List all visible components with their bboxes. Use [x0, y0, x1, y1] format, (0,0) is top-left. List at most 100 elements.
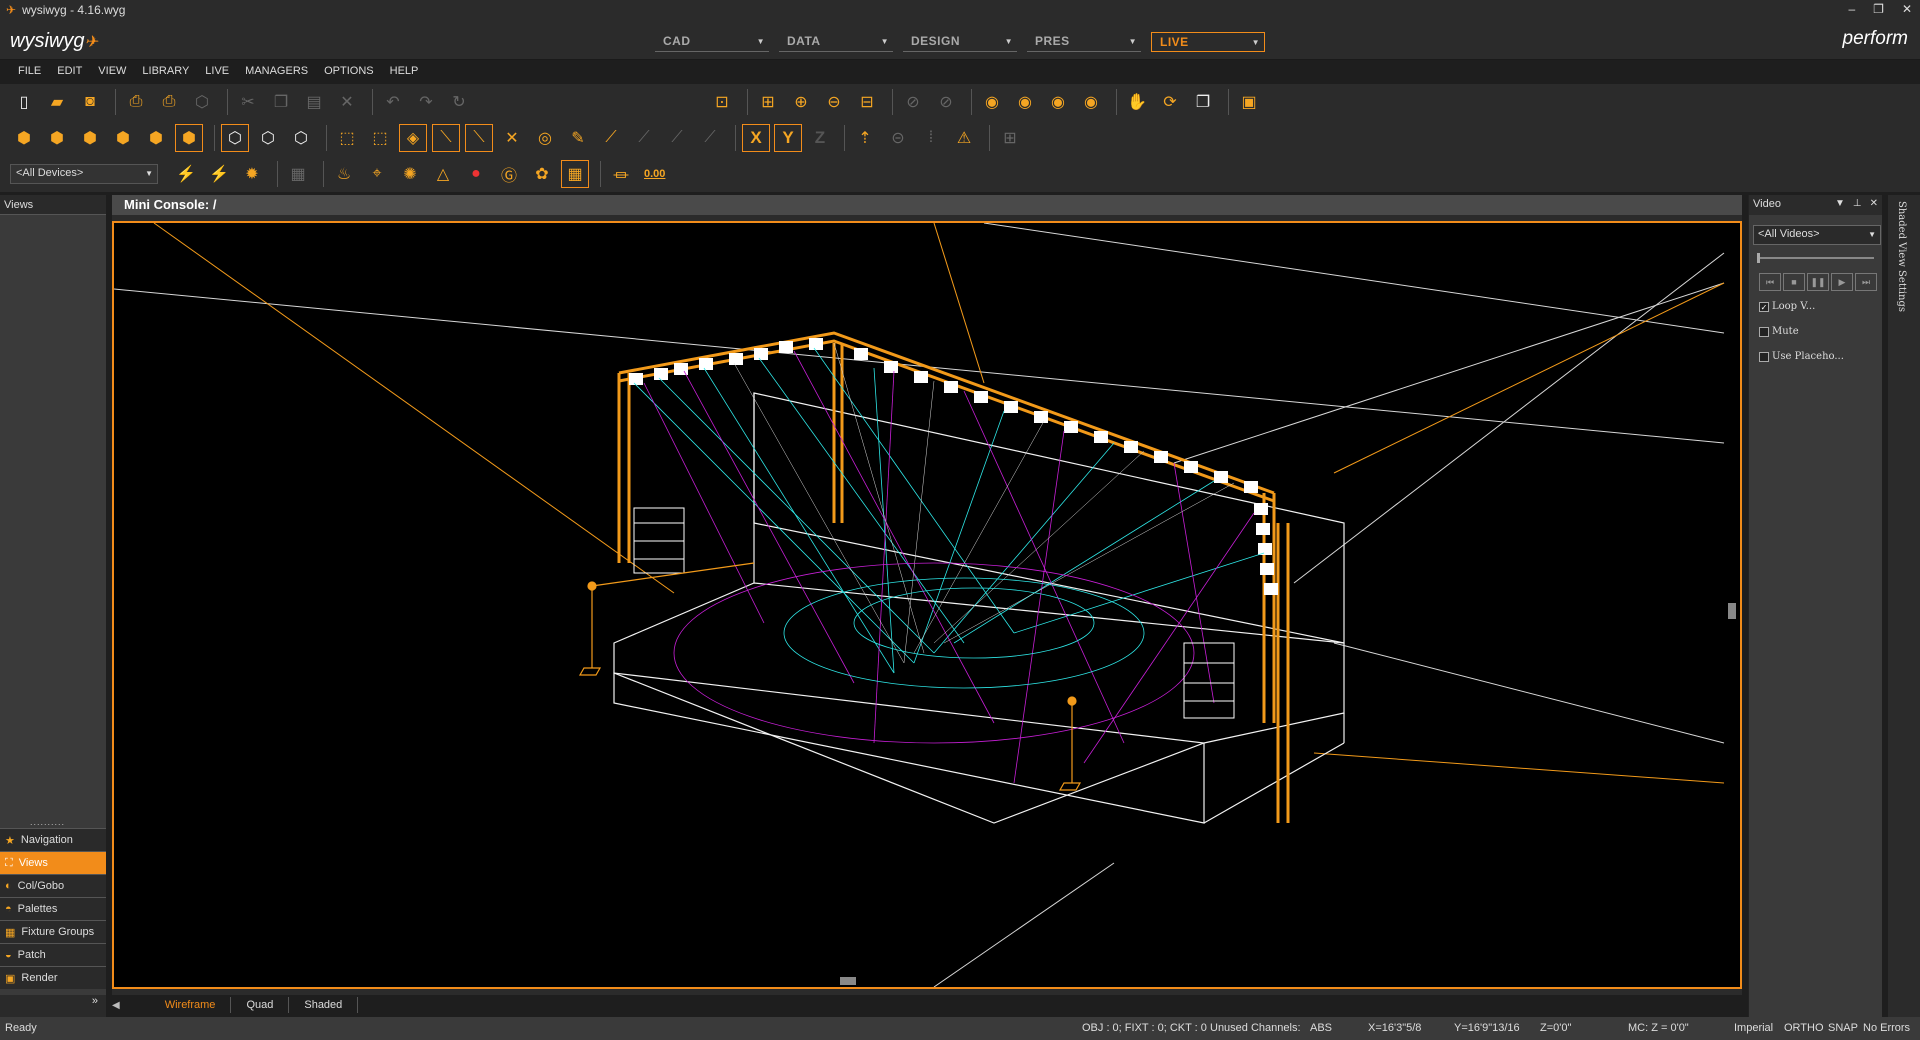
minimize-icon[interactable]: –	[1848, 2, 1855, 16]
menu-edit[interactable]: EDIT	[49, 62, 90, 82]
color-icon[interactable]: ●	[462, 160, 490, 188]
print-icon[interactable]: ⎙	[155, 88, 183, 116]
undo-icon[interactable]: ↶	[379, 88, 407, 116]
mode-design[interactable]: DESIGN ▼	[903, 32, 1017, 52]
select-all-icon[interactable]: ⬚	[366, 124, 394, 152]
nav-overflow-button[interactable]: »	[0, 995, 106, 1017]
sync-icon[interactable]: ⟳	[1156, 88, 1184, 116]
ruler-icon[interactable]: ⟋	[630, 124, 658, 152]
plug-icon[interactable]: ⚡	[172, 160, 200, 188]
menu-options[interactable]: OPTIONS	[316, 62, 382, 82]
nav-item-colgobo[interactable]: ◐ Col/Gobo	[0, 874, 106, 897]
placeholder-checkbox[interactable]: Use Placeho...	[1759, 351, 1844, 362]
gobo-icon[interactable]: Ⓖ	[495, 160, 523, 188]
menu-help[interactable]: HELP	[382, 62, 427, 82]
snap-end-icon[interactable]: ⟍	[465, 124, 493, 152]
nav-item-fixture-groups[interactable]: ▦ Fixture Groups	[0, 920, 106, 943]
nav-item-views[interactable]: ⛶ Views	[0, 851, 106, 874]
zoom-window-icon[interactable]: ⊡	[708, 88, 736, 116]
camera-icon[interactable]: ◉	[978, 88, 1006, 116]
iris-icon[interactable]: ✺	[396, 160, 424, 188]
slider-knob[interactable]	[1757, 253, 1760, 263]
close-icon[interactable]: ✕	[1870, 198, 1878, 209]
menu-library[interactable]: LIBRARY	[134, 62, 197, 82]
loop-checkbox[interactable]: ✓ Loop V...	[1759, 301, 1815, 312]
pin-icon[interactable]: ⊥	[1853, 198, 1862, 209]
splitter-grip[interactable]: ..........	[30, 817, 65, 827]
checkbox-box[interactable]	[1759, 326, 1769, 337]
scroll-thumb[interactable]	[840, 977, 856, 985]
zoom-prev-icon[interactable]: ⊘	[899, 88, 927, 116]
intensity-icon[interactable]: ♨	[330, 160, 358, 188]
pause-icon[interactable]: ❚❚	[1807, 273, 1829, 291]
package-icon[interactable]: ⬡	[188, 88, 216, 116]
play-icon[interactable]: ▶	[1831, 273, 1853, 291]
cube-wire-icon[interactable]: ⬡	[221, 124, 249, 152]
close-icon[interactable]: ✕	[1902, 2, 1912, 16]
camera-edit-icon[interactable]: ◉	[1044, 88, 1072, 116]
shaded-view-settings-tab[interactable]: Shaded View Settings	[1896, 201, 1907, 312]
windows-icon[interactable]: ❐	[1189, 88, 1217, 116]
aim-icon[interactable]: ⟋	[663, 124, 691, 152]
cube-iso-icon[interactable]: ⬢	[175, 124, 203, 152]
print-preview-icon[interactable]: ⎙	[122, 88, 150, 116]
zoom-extents-icon[interactable]: ⊞	[754, 88, 782, 116]
zero-value[interactable]: 0.00	[644, 168, 665, 180]
zoom-next-icon[interactable]: ⊘	[932, 88, 960, 116]
redo-icon[interactable]: ↷	[412, 88, 440, 116]
menu-view[interactable]: VIEW	[90, 62, 134, 82]
image-icon[interactable]: ▣	[1235, 88, 1263, 116]
prism-icon[interactable]: ✿	[528, 160, 556, 188]
mode-cad[interactable]: CAD ▼	[655, 32, 769, 52]
horizontal-scrollbar[interactable]	[124, 977, 1724, 985]
grid-dots-icon[interactable]: ⁞	[917, 124, 945, 152]
chevron-down-icon[interactable]: ▼	[1835, 198, 1845, 209]
nav-item-palettes[interactable]: ◓ Palettes	[0, 897, 106, 920]
axis-x-button[interactable]: X	[742, 124, 770, 152]
video-slider[interactable]	[1757, 253, 1874, 263]
cube-back-icon[interactable]: ⬢	[109, 124, 137, 152]
tab-quad[interactable]: Quad	[231, 997, 290, 1013]
cube-top-icon[interactable]: ⬢	[76, 124, 104, 152]
scroll-thumb[interactable]	[1728, 603, 1736, 619]
plug-connect-icon[interactable]: ⚡	[205, 160, 233, 188]
mute-checkbox[interactable]: Mute	[1759, 326, 1799, 337]
cube-wire2-icon[interactable]: ⬡	[254, 124, 282, 152]
delete-icon[interactable]: ✕	[333, 88, 361, 116]
paste-icon[interactable]: ▤	[300, 88, 328, 116]
patch-device-icon[interactable]: ▦	[284, 160, 312, 188]
camera-add-icon[interactable]: ◉	[1011, 88, 1039, 116]
warning-icon[interactable]: ⚠	[950, 124, 978, 152]
axis-z-button[interactable]: Z	[806, 124, 834, 152]
focus-icon[interactable]: ⟋	[696, 124, 724, 152]
stop-icon[interactable]: ■	[1783, 273, 1805, 291]
layout-icon[interactable]: ⊞	[996, 124, 1024, 152]
new-file-icon[interactable]: ▯	[10, 88, 38, 116]
zoom-in-icon[interactable]: ⊕	[787, 88, 815, 116]
pan-hand-icon[interactable]: ✋	[1123, 88, 1151, 116]
open-folder-icon[interactable]: ▰	[43, 88, 71, 116]
nav-item-patch[interactable]: ◒ Patch	[0, 943, 106, 966]
wireframe-canvas[interactable]	[112, 221, 1742, 989]
position-icon[interactable]: ⌖	[363, 160, 391, 188]
checkbox-box[interactable]	[1759, 351, 1769, 362]
beam-icon[interactable]: △	[429, 160, 457, 188]
timing-icon[interactable]: ⏛	[607, 160, 635, 188]
nav-item-render[interactable]: ▣ Render	[0, 966, 106, 989]
snap-center-icon[interactable]: ◎	[531, 124, 559, 152]
status-units[interactable]: Imperial	[1734, 1022, 1773, 1034]
menu-live[interactable]: LIVE	[197, 62, 237, 82]
status-ortho[interactable]: ORTHO	[1784, 1022, 1824, 1034]
video-select[interactable]: <All Videos> ▼	[1753, 225, 1881, 245]
snap-point-icon[interactable]: ◈	[399, 124, 427, 152]
axis-y-button[interactable]: Y	[774, 124, 802, 152]
lock-icon[interactable]: ⊝	[884, 124, 912, 152]
cube-front-icon[interactable]: ⬢	[10, 124, 38, 152]
cube-left-icon[interactable]: ⬢	[142, 124, 170, 152]
elevate-icon[interactable]: ⇡	[851, 124, 879, 152]
save-icon[interactable]: ◙	[76, 88, 104, 116]
mode-data[interactable]: DATA ▼	[779, 32, 893, 52]
device-filter-select[interactable]: <All Devices> ▼	[10, 164, 158, 184]
zoom-out-icon[interactable]: ⊖	[820, 88, 848, 116]
checkbox-box[interactable]: ✓	[1759, 301, 1769, 312]
